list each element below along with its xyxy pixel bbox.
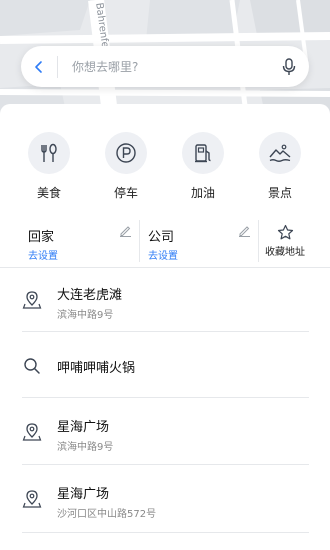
category-icon-bg	[105, 132, 147, 174]
quick-divider	[258, 220, 259, 262]
list-divider	[22, 331, 309, 332]
work-setup-link[interactable]: 去设置	[148, 247, 178, 262]
place-name: 大连老虎滩	[57, 288, 123, 303]
list-divider	[22, 397, 309, 398]
category-fuel[interactable]: 加油	[168, 132, 238, 201]
category-food[interactable]: 美食	[14, 132, 84, 201]
chevron-left-icon	[35, 60, 42, 73]
category-icon-bg	[28, 132, 70, 174]
location-pin-icon	[22, 291, 42, 309]
category-row: 美食 停车 加油 景点	[0, 132, 330, 202]
category-scenic[interactable]: 景点	[245, 132, 315, 201]
bottom-panel: 美食 停车 加油 景点 回家 去设置 公司 去设置 收藏地址 大连老虎滩 滨海中…	[0, 104, 330, 550]
search-bar[interactable]: 你想去哪里?	[21, 46, 309, 87]
parking-icon	[116, 143, 136, 163]
category-icon-bg	[259, 132, 301, 174]
place-name: 星海广场	[57, 487, 110, 502]
location-pin-icon	[22, 423, 42, 441]
scenic-icon	[269, 144, 291, 162]
edit-icon[interactable]	[238, 224, 251, 237]
favorites-button[interactable]: 收藏地址	[260, 218, 310, 266]
list-item[interactable]: 呷哺呷哺火锅	[0, 334, 330, 394]
list-item[interactable]: 星海广场 滨海中路9号	[0, 400, 330, 460]
place-name: 呷哺呷哺火锅	[57, 361, 136, 376]
voice-search-button[interactable]	[269, 46, 309, 87]
place-address: 沙河口区中山路572号	[57, 509, 157, 520]
list-divider	[22, 464, 309, 465]
quick-divider	[139, 220, 140, 262]
place-name: 星海广场	[57, 420, 110, 435]
back-button[interactable]	[21, 46, 57, 87]
category-label: 景点	[267, 186, 292, 200]
favorites-label: 收藏地址	[265, 247, 305, 258]
category-icon-bg	[182, 132, 224, 174]
category-label: 停车	[113, 186, 138, 200]
search-icon	[24, 358, 40, 374]
category-label: 美食	[36, 186, 61, 200]
location-pin-icon	[22, 490, 42, 508]
list-divider	[22, 532, 309, 533]
home-setup-link[interactable]: 去设置	[28, 247, 58, 262]
list-item[interactable]: 星海广场 沙河口区中山路572号	[0, 467, 330, 527]
home-title: 回家	[28, 230, 55, 245]
work-shortcut[interactable]: 公司 去设置	[148, 218, 256, 266]
home-shortcut[interactable]: 回家 去设置	[28, 218, 136, 266]
work-title: 公司	[148, 230, 175, 245]
list-item[interactable]: 大连老虎滩 滨海中路9号	[0, 270, 330, 330]
category-parking[interactable]: 停车	[91, 132, 161, 201]
search-input[interactable]: 你想去哪里?	[58, 58, 269, 75]
place-address: 滨海中路9号	[57, 442, 114, 453]
star-icon	[277, 224, 293, 240]
fuel-icon	[195, 144, 211, 163]
category-label: 加油	[190, 186, 215, 200]
quick-address-row: 回家 去设置 公司 去设置 收藏地址	[0, 218, 330, 266]
place-address: 滨海中路9号	[57, 310, 114, 321]
microphone-icon	[282, 57, 296, 75]
section-divider	[0, 267, 330, 268]
edit-icon[interactable]	[119, 224, 132, 237]
food-icon	[41, 143, 57, 162]
